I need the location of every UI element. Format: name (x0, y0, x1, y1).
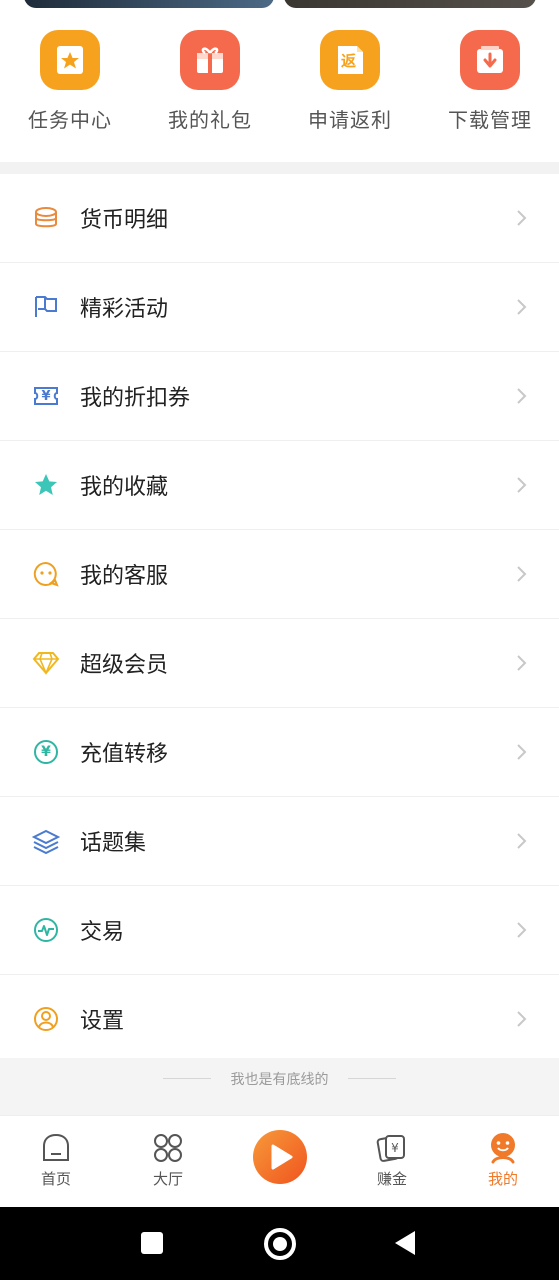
bottom-tab-bar: 首页 大厅 ¥ 赚金 我的 (0, 1115, 559, 1208)
quick-download-manager[interactable]: 下载管理 (420, 30, 559, 133)
chevron-right-icon (517, 922, 527, 938)
divider (348, 1078, 396, 1079)
home-icon (43, 1133, 69, 1161)
menu-item-favorites[interactable]: 我的收藏 (0, 441, 559, 530)
chevron-right-icon (517, 833, 527, 849)
menu-item-coupons[interactable]: ¥ 我的折扣券 (0, 352, 559, 441)
menu-list: 货币明细 精彩活动 ¥ 我的折扣券 我的收藏 我的客服 超级会员 ¥ 充值转移 … (0, 174, 559, 1064)
profile-icon (491, 1133, 515, 1164)
tab-hall[interactable]: 大厅 (112, 1116, 224, 1208)
menu-label: 我的折扣券 (80, 386, 191, 411)
menu-item-activities[interactable]: 精彩活动 (0, 263, 559, 352)
menu-item-super-vip[interactable]: 超级会员 (0, 619, 559, 708)
section-separator (0, 162, 559, 174)
coins-icon (32, 204, 60, 232)
banner-left[interactable] (24, 0, 274, 8)
grid-icon (154, 1134, 182, 1162)
menu-label: 设置 (80, 1009, 125, 1034)
quick-label: 申请返利 (308, 108, 392, 132)
recents-button[interactable] (141, 1232, 163, 1254)
tab-play[interactable] (224, 1116, 336, 1208)
back-button[interactable] (393, 1230, 417, 1256)
tab-label: 首页 (40, 1170, 71, 1188)
user-circle-icon (32, 1005, 60, 1033)
tab-me[interactable]: 我的 (447, 1116, 559, 1208)
play-icon (253, 1130, 307, 1184)
tab-home[interactable]: 首页 (0, 1116, 112, 1208)
menu-label: 充值转移 (80, 742, 169, 767)
tab-label: 大厅 (152, 1170, 183, 1188)
chevron-right-icon (517, 210, 527, 226)
chevron-right-icon (517, 566, 527, 582)
quick-apply-rebate[interactable]: 返 申请返利 (280, 30, 420, 133)
svg-text:¥: ¥ (391, 1141, 399, 1155)
chevron-right-icon (517, 299, 527, 315)
menu-label: 货币明细 (80, 208, 169, 233)
money-cards-icon: ¥ (376, 1135, 405, 1162)
yuan-glyph: ¥ (41, 744, 51, 760)
star-icon (32, 471, 60, 499)
chevron-right-icon (517, 744, 527, 760)
menu-label: 话题集 (80, 831, 147, 856)
tab-earn[interactable]: ¥ 赚金 (336, 1116, 448, 1208)
menu-item-trade[interactable]: 交易 (0, 886, 559, 975)
pulse-icon (32, 916, 60, 944)
coupon-glyph: ¥ (41, 388, 51, 404)
tab-label: 赚金 (376, 1170, 407, 1188)
coupon-icon: ¥ (32, 382, 60, 410)
menu-label: 我的收藏 (80, 475, 169, 500)
chevron-right-icon (517, 1011, 527, 1027)
quick-label: 任务中心 (28, 108, 112, 132)
diamond-icon (32, 649, 60, 677)
home-button[interactable] (264, 1228, 296, 1260)
quick-label: 我的礼包 (168, 108, 252, 132)
menu-item-currency-details[interactable]: 货币明细 (0, 174, 559, 263)
menu-item-customer-service[interactable]: 我的客服 (0, 530, 559, 619)
rebate-glyph: 返 (341, 52, 357, 70)
android-nav-bar (0, 1207, 559, 1280)
menu-label: 我的客服 (80, 564, 169, 589)
banner-right[interactable] (284, 0, 536, 8)
rebate-icon: 返 (320, 30, 380, 90)
quick-task-center[interactable]: 任务中心 (0, 30, 140, 133)
tab-label: 我的 (487, 1170, 518, 1188)
menu-label: 精彩活动 (80, 297, 169, 322)
chat-icon (32, 560, 60, 588)
end-of-list: 我也是有底线的 (0, 1058, 559, 1115)
menu-item-settings[interactable]: 设置 (0, 975, 559, 1064)
top-banners (0, 0, 559, 10)
menu-item-recharge-transfer[interactable]: ¥ 充值转移 (0, 708, 559, 797)
chevron-right-icon (517, 388, 527, 404)
menu-label: 交易 (80, 920, 125, 945)
quick-actions: 任务中心 我的礼包 返 申请返利 下载管理 (0, 30, 559, 162)
flag-icon (32, 293, 60, 321)
end-of-list-text: 我也是有底线的 (230, 1072, 329, 1088)
menu-item-topics[interactable]: 话题集 (0, 797, 559, 886)
task-star-icon (40, 30, 100, 90)
download-icon (460, 30, 520, 90)
yuan-circle-icon: ¥ (32, 738, 60, 766)
quick-label: 下载管理 (448, 108, 532, 132)
menu-label: 超级会员 (80, 653, 169, 678)
quick-my-gifts[interactable]: 我的礼包 (140, 30, 280, 133)
layers-icon (32, 827, 60, 855)
chevron-right-icon (517, 477, 527, 493)
chevron-right-icon (517, 655, 527, 671)
gift-icon (180, 30, 240, 90)
